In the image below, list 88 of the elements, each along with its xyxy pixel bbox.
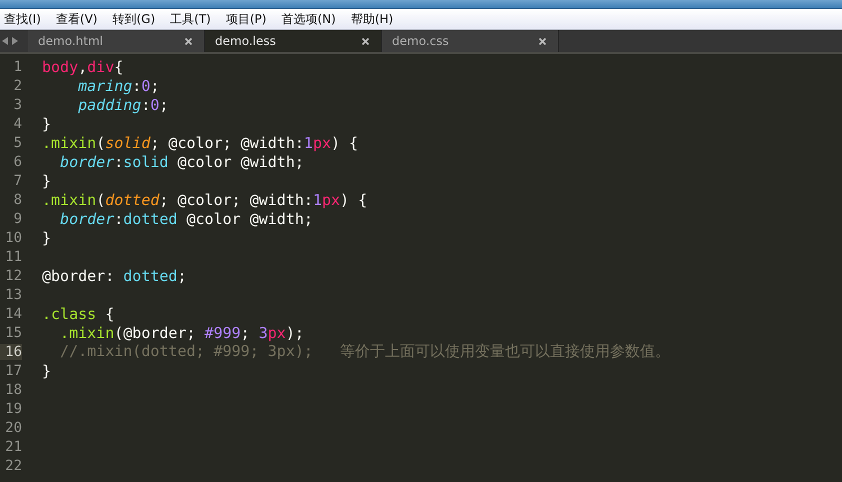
code-unit: px [312, 134, 331, 152]
code-text: ; @color; @width: [159, 190, 313, 208]
code-text: @color @width; [176, 152, 304, 170]
code-number: 3 [258, 324, 268, 342]
code-value: dotted [123, 210, 178, 228]
line-number: 10 [4, 230, 22, 246]
code-text: } [42, 362, 52, 380]
code-comment: //.mixin(dotted; #999; 3px); 等价于上面可以使用变量也可以直接使用参数值。 [60, 342, 670, 361]
line-number: 14 [4, 306, 22, 322]
code-text: : [141, 96, 150, 114]
menu-item[interactable]: 首选项(N) [278, 10, 339, 28]
code-text: ( [96, 190, 106, 208]
code-text: ; [177, 266, 186, 284]
code-property: padding [78, 96, 142, 114]
line-number: 16 [0, 344, 22, 360]
line-number: 12 [4, 268, 22, 284]
code-text: ) { [340, 190, 368, 208]
scroll-right-icon[interactable] [12, 37, 18, 45]
file-tab[interactable]: demo.css [382, 30, 559, 52]
code-number: #999 [204, 324, 241, 342]
code-parameter: solid [105, 134, 150, 152]
line-number: 15 [4, 324, 22, 340]
code-value: solid [123, 152, 168, 170]
code-text: ) { [331, 134, 358, 152]
code-text: ; @color; @width: [150, 134, 304, 152]
line-number: 6 [12, 154, 22, 170]
line-number: 9 [12, 210, 22, 226]
line-number: 18 [4, 382, 22, 398]
line-number: 5 [12, 134, 22, 150]
close-icon[interactable] [539, 38, 546, 44]
file-tab[interactable]: demo.html [28, 30, 205, 52]
menu-item[interactable]: 工具(T) [167, 10, 214, 28]
code-unit: px [322, 190, 340, 208]
line-number: 21 [4, 438, 22, 454]
code-property: border [60, 152, 114, 170]
code-text: ; [150, 76, 160, 94]
close-icon[interactable] [362, 38, 369, 44]
line-number: 11 [4, 248, 22, 264]
code-text: { [114, 58, 124, 76]
close-icon[interactable] [185, 38, 192, 44]
file-tab[interactable]: demo.less [205, 30, 382, 52]
line-number: 2 [12, 78, 22, 94]
line-number: 20 [4, 420, 22, 436]
code-text: ); [286, 324, 304, 342]
code-number: 1 [304, 134, 313, 152]
code-number: 1 [312, 190, 322, 208]
code-text: } [42, 114, 52, 132]
code-text: ; [159, 96, 168, 114]
line-number: 3 [12, 96, 22, 112]
line-number: 4 [12, 116, 22, 132]
code-number: 0 [141, 76, 150, 94]
code-text: { [104, 304, 114, 322]
code-text: ; [240, 324, 251, 342]
code-selector: body [42, 58, 78, 76]
line-number: 22 [4, 458, 22, 474]
code-mixin: .mixin [60, 324, 114, 342]
code-text: : [132, 76, 142, 94]
code-text: @color @width; [185, 210, 313, 228]
code-parameter: dotted [105, 190, 160, 208]
line-number: 17 [4, 362, 22, 378]
code-text: , [78, 58, 88, 76]
code-unit: px [268, 324, 286, 342]
code-number: 0 [150, 96, 160, 114]
menu-item[interactable]: 帮助(H) [348, 10, 396, 28]
code-selector: div [87, 58, 114, 76]
code-mixin: .mixin [42, 190, 96, 208]
line-number: 8 [12, 192, 22, 208]
code-text: ( [96, 134, 106, 152]
line-number: 7 [12, 172, 22, 188]
code-text: } [42, 172, 52, 190]
code-property: border [60, 210, 114, 228]
code-text: : [114, 210, 124, 228]
code-property: maring [78, 76, 132, 94]
code-text: } [42, 228, 52, 246]
line-number: 13 [4, 286, 22, 302]
line-number: 1 [12, 58, 22, 74]
code-text: : [114, 152, 124, 170]
line-number: 19 [4, 400, 22, 416]
code-mixin: .class [42, 304, 96, 322]
code-text: (@border; [114, 324, 197, 342]
scroll-left-icon[interactable] [2, 37, 8, 45]
code-mixin: .mixin [42, 134, 96, 152]
menu-item[interactable]: 转到(G) [109, 10, 158, 28]
menu-item[interactable]: 查找(I) [1, 10, 44, 28]
code-text: @border: [42, 266, 116, 284]
menu-item[interactable]: 查看(V) [52, 10, 100, 28]
code-value: dotted [123, 266, 178, 284]
menu-item[interactable]: 项目(P) [222, 10, 270, 28]
